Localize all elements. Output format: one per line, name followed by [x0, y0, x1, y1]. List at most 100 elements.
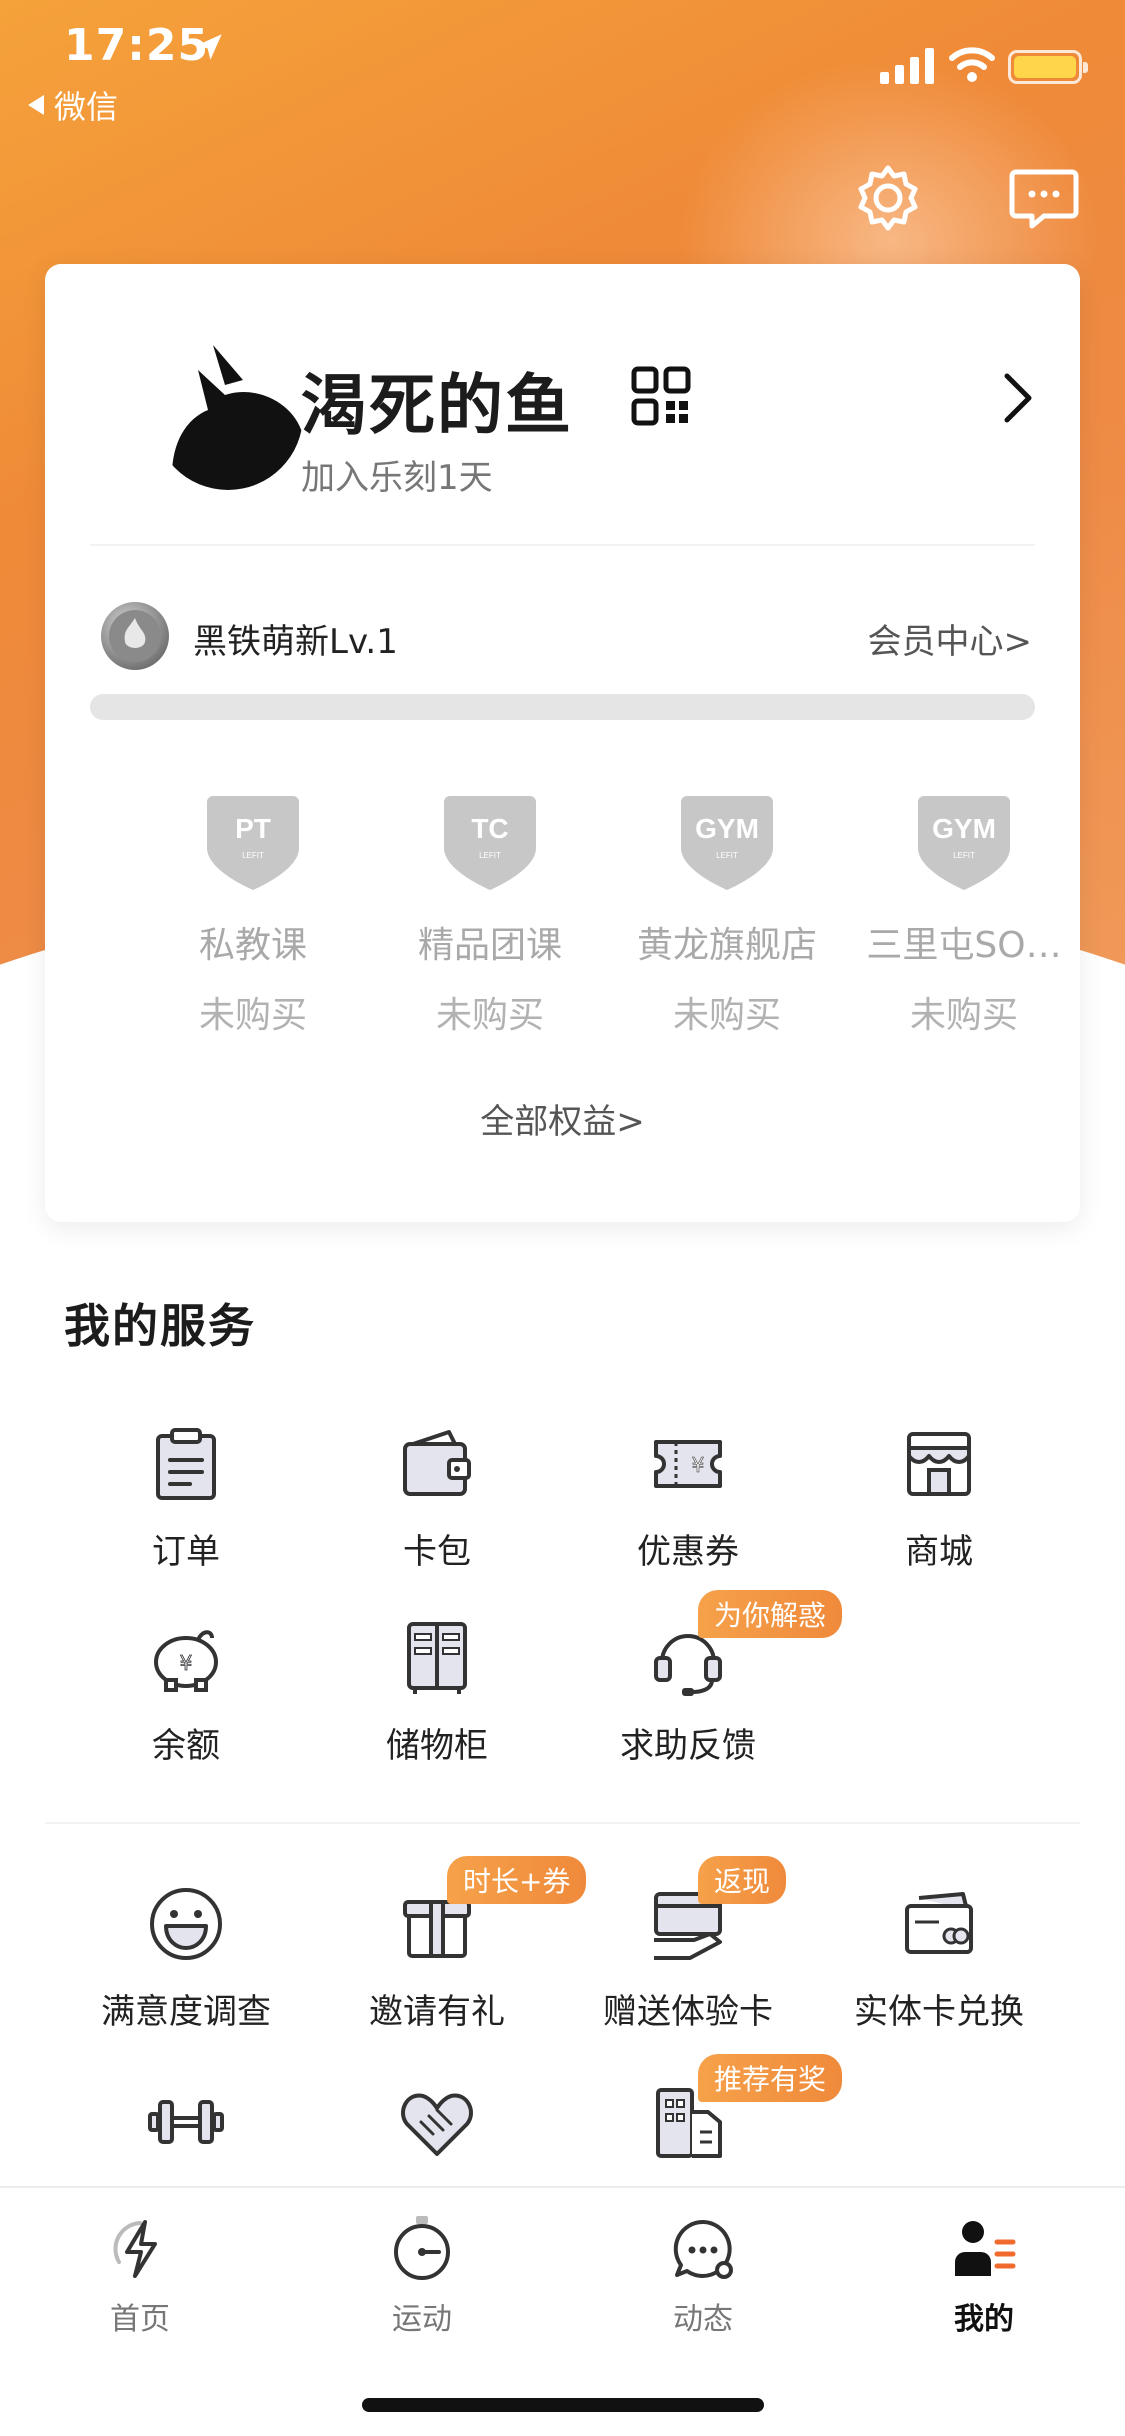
benefit-name: 三里屯SO…: [866, 925, 1062, 966]
clipboard-icon: [156, 1428, 216, 1500]
benefit-name: 黄龙旗舰店: [636, 925, 817, 966]
svg-text:¥: ¥: [180, 1651, 193, 1675]
tc-badge-icon: TC LEFIT: [444, 796, 536, 890]
svg-text:GYM: GYM: [932, 813, 996, 844]
tab-home[interactable]: 首页: [40, 2216, 240, 2338]
level-name: 黑铁萌新Lv.1: [193, 622, 398, 662]
level-badge-icon: [101, 602, 169, 670]
pt-badge-icon: PT LEFIT: [207, 796, 299, 890]
member-center-link[interactable]: 会员中心>: [868, 614, 1033, 663]
service-balance[interactable]: ¥ 余额: [66, 1618, 306, 1767]
service-tag: 返现: [698, 1856, 787, 1904]
gym-badge-icon: GYM LEFIT: [918, 796, 1010, 890]
service-satisfaction-survey[interactable]: 满意度调查: [66, 1884, 306, 2033]
physical-card-icon: [905, 1892, 973, 1954]
benefit-status: 未购买: [435, 995, 544, 1036]
svg-text:LEFIT: LEFIT: [716, 851, 738, 860]
benefit-status: 未购买: [909, 995, 1018, 1036]
service-coupons[interactable]: ¥ 优惠券: [568, 1424, 808, 1573]
chat-bubble-icon: [673, 2219, 733, 2279]
tab-label: 运动: [392, 2302, 452, 2337]
tab-moments[interactable]: 动态: [603, 2216, 803, 2338]
qr-code-icon[interactable]: [631, 366, 691, 426]
smiley-icon: [150, 1888, 222, 1960]
service-store[interactable]: 商城: [819, 1424, 1059, 1573]
svg-text:LEFIT: LEFIT: [479, 851, 501, 860]
handshake-heart-icon: [401, 2093, 473, 2156]
service-physical-card-redeem[interactable]: 实体卡兑换: [819, 1884, 1059, 2033]
benefit-status: 未购买: [198, 995, 307, 1036]
benefit-name: 私教课: [198, 925, 307, 966]
level-progress-bar: [90, 694, 1035, 720]
service-orders[interactable]: 订单: [66, 1424, 306, 1573]
tab-label: 首页: [110, 2302, 170, 2337]
benefit-name: 精品团课: [417, 925, 562, 966]
service-label: 邀请有礼: [369, 1992, 505, 2032]
lightning-icon: [113, 2220, 157, 2278]
service-label: 优惠券: [637, 1532, 739, 1572]
benefit-gym-sanlitun[interactable]: GYM LEFIT 三里屯SO… 未购买: [846, 790, 1082, 1038]
service-label: 余额: [152, 1726, 220, 1766]
tab-label: 动态: [673, 2302, 733, 2337]
service-label: 求助反馈: [620, 1726, 756, 1766]
chevron-right-icon[interactable]: [1001, 370, 1035, 426]
wifi-icon: [949, 47, 995, 82]
piggy-bank-icon: ¥: [154, 1630, 218, 1692]
divider: [45, 1822, 1080, 1824]
svg-text:GYM: GYM: [695, 813, 759, 844]
service-label: 赠送体验卡: [603, 1992, 773, 2032]
svg-text:¥: ¥: [692, 1453, 705, 1477]
benefit-group-class[interactable]: TC LEFIT 精品团课 未购买: [372, 790, 608, 1038]
signal-icon: [880, 48, 934, 84]
benefit-status: 未购买: [672, 995, 781, 1036]
coupon-icon: ¥: [654, 1440, 722, 1488]
tab-mine[interactable]: 我的: [884, 2216, 1084, 2338]
locker-icon: [407, 1622, 467, 1694]
service-tag: 推荐有奖: [698, 2054, 843, 2102]
avatar[interactable]: [153, 340, 303, 490]
home-indicator: [362, 2398, 764, 2412]
back-to-wechat[interactable]: 微信: [28, 82, 118, 128]
benefit-private-training[interactable]: PT LEFIT 私教课 未购买: [135, 790, 371, 1038]
back-app-label: 微信: [54, 88, 119, 126]
service-label: 储物柜: [386, 1726, 488, 1766]
store-icon: [907, 1432, 971, 1496]
battery-icon: [1008, 50, 1088, 84]
service-wallet[interactable]: 卡包: [317, 1424, 557, 1573]
section-title: 我的服务: [64, 1299, 256, 1353]
tab-label: 我的: [954, 2302, 1014, 2337]
svg-text:LEFIT: LEFIT: [242, 851, 264, 860]
service-tag: 为你解惑: [698, 1590, 843, 1638]
settings-gear-icon[interactable]: [852, 162, 924, 234]
service-dumbbell[interactable]: [66, 2082, 306, 2182]
service-label: 订单: [152, 1532, 220, 1572]
service-help-feedback[interactable]: 为你解惑 求助反馈: [568, 1590, 843, 1767]
svg-text:PT: PT: [235, 813, 271, 844]
all-benefits-link[interactable]: 全部权益>: [45, 1094, 1080, 1143]
profile-card: 渴死的鱼 加入乐刻1天 黑铁萌新Lv.1 会员中心> PT LEFIT 私教课 …: [45, 264, 1080, 1222]
svg-text:LEFIT: LEFIT: [953, 851, 975, 860]
benefit-gym-huanglong[interactable]: GYM LEFIT 黄龙旗舰店 未购买: [609, 790, 845, 1038]
tab-sport[interactable]: 运动: [322, 2216, 522, 2338]
location-arrow-icon: [196, 34, 222, 60]
gym-badge-icon: GYM LEFIT: [681, 796, 773, 890]
status-time: 17:25: [64, 20, 210, 71]
service-gift-trial-card[interactable]: 返现 赠送体验卡: [568, 1856, 808, 2033]
username: 渴死的鱼: [301, 367, 573, 444]
profile-icon: [955, 2221, 1016, 2276]
service-label: 实体卡兑换: [854, 1992, 1024, 2032]
service-label: 满意度调查: [101, 1992, 271, 2032]
service-label: 商城: [905, 1532, 973, 1572]
service-partnership[interactable]: [317, 2082, 557, 2182]
service-invite-gift[interactable]: 时长+券 邀请有礼: [317, 1856, 587, 2033]
svg-text:TC: TC: [471, 813, 508, 844]
service-label: 卡包: [403, 1532, 471, 1572]
service-locker[interactable]: 储物柜: [317, 1618, 557, 1767]
service-tag: 时长+券: [447, 1856, 587, 1904]
back-triangle-icon: [28, 95, 44, 115]
divider: [90, 544, 1035, 546]
stopwatch-icon: [394, 2216, 450, 2280]
message-icon[interactable]: [1008, 162, 1080, 234]
service-referral[interactable]: 推荐有奖: [568, 2054, 843, 2182]
wallet-icon: [403, 1430, 471, 1496]
